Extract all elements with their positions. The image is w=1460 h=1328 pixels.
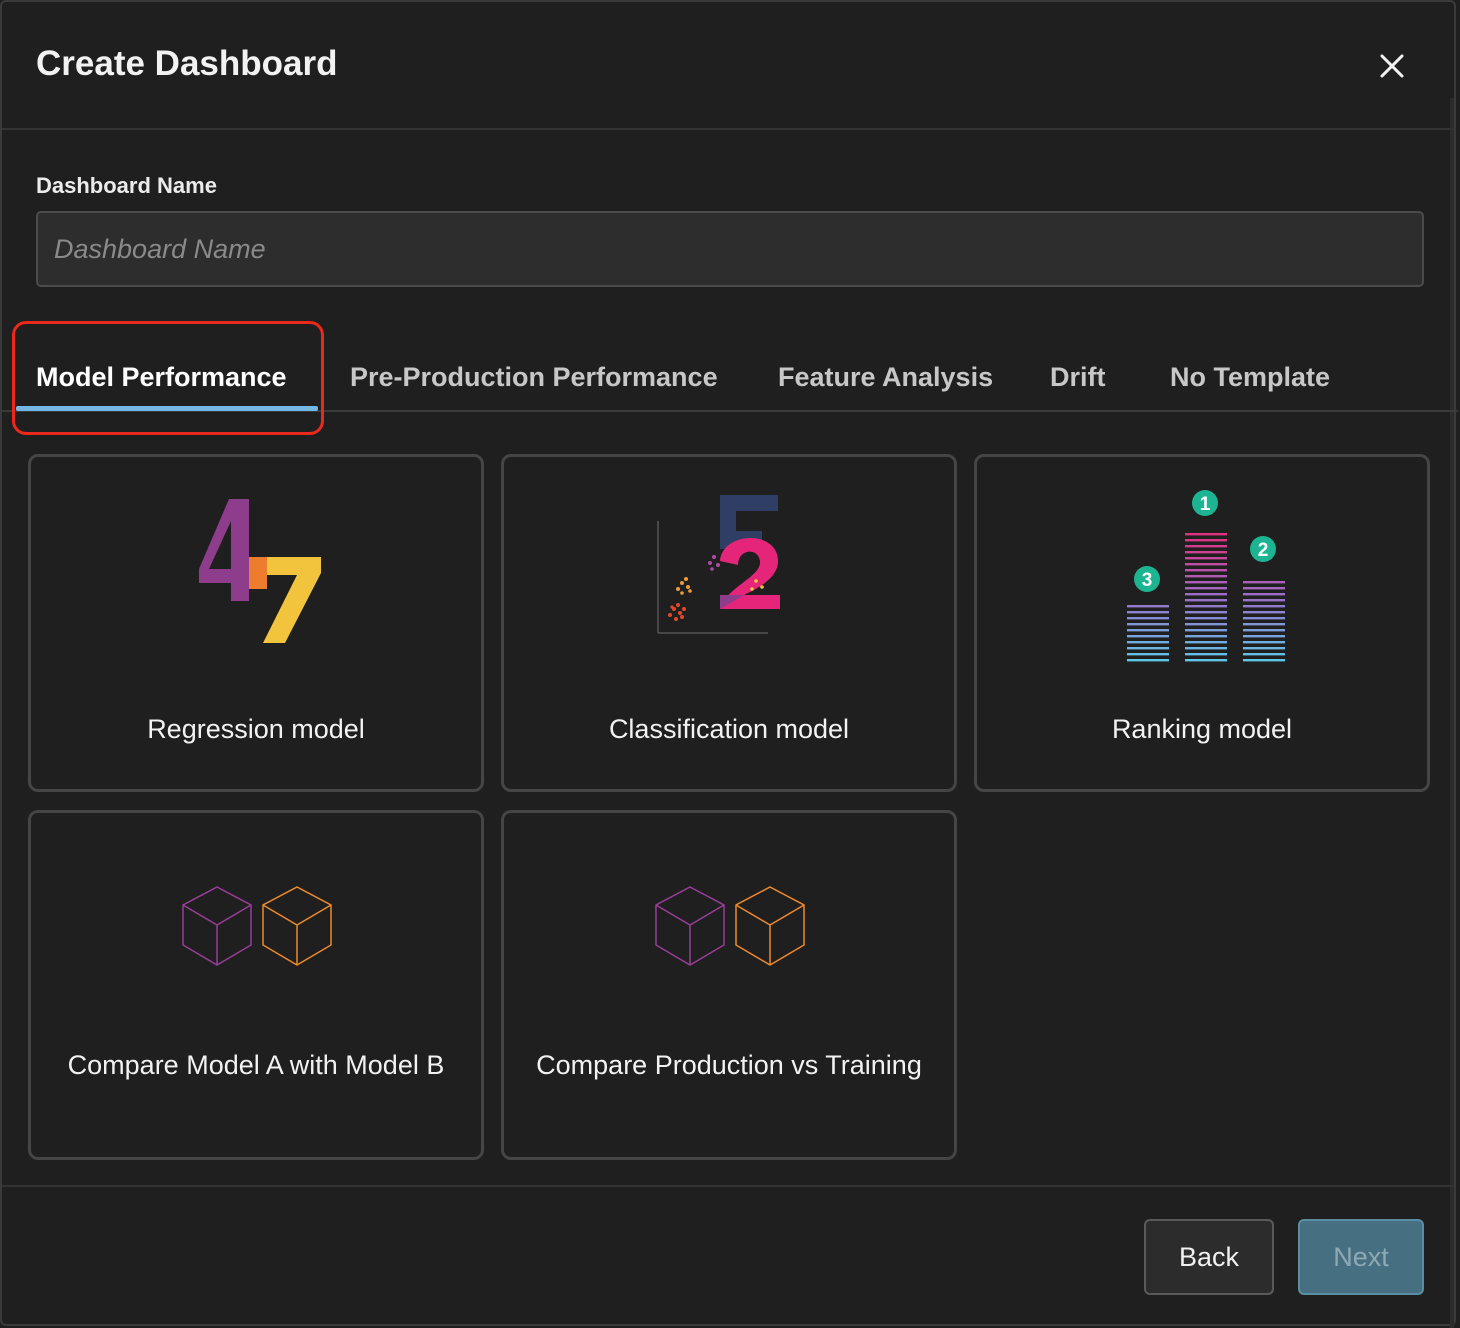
dashboard-name-label: Dashboard Name	[36, 173, 217, 198]
template-card-classification[interactable]: Classification model	[501, 454, 957, 792]
ranking-bar-line	[1185, 581, 1227, 584]
ranking-bar-line	[1185, 575, 1227, 578]
ranking-bar-line	[1243, 617, 1285, 620]
ranking-bar-line	[1185, 647, 1227, 650]
tab-pre-production-performance[interactable]: Pre-Production Performance	[350, 362, 718, 393]
ranking-bar-line	[1127, 629, 1169, 632]
close-button[interactable]	[1366, 42, 1418, 90]
ranking-bar-line	[1243, 587, 1285, 590]
template-card-ranking[interactable]: 1 2 3 Ranking model	[974, 454, 1430, 792]
ranking-bar-line	[1185, 569, 1227, 572]
regression-numbers-icon	[199, 499, 321, 643]
ranking-bar-line	[1185, 545, 1227, 548]
ranking-bar-line	[1243, 599, 1285, 602]
ranking-bar-line	[1127, 653, 1169, 656]
rank-badge-2: 2	[1258, 540, 1269, 561]
ranking-bar-line	[1185, 623, 1227, 626]
ranking-bar-line	[1185, 533, 1227, 536]
ranking-bar-line	[1127, 623, 1169, 626]
ranking-bar-line	[1127, 659, 1169, 662]
ranking-bar-line	[1185, 605, 1227, 608]
tab-model-performance[interactable]: Model Performance	[36, 362, 287, 393]
dashboard-name-input[interactable]	[36, 211, 1424, 287]
tab-feature-analysis[interactable]: Feature Analysis	[778, 362, 993, 393]
ranking-bar-line	[1185, 641, 1227, 644]
close-icon	[1380, 54, 1404, 78]
create-dashboard-dialog: Create Dashboard Dashboard Name Model Pe…	[0, 0, 1458, 1328]
ranking-bar-line	[1243, 629, 1285, 632]
ranking-bar-line	[1127, 617, 1169, 620]
ranking-bar-line	[1243, 605, 1285, 608]
ranking-bar-line	[1243, 653, 1285, 656]
ranking-bar-line	[1243, 581, 1285, 584]
tab-no-template[interactable]: No Template	[1170, 362, 1330, 393]
ranking-bar-line	[1185, 563, 1227, 566]
back-button[interactable]: Back	[1144, 1219, 1274, 1295]
template-tabs: Model Performance Pre-Production Perform…	[2, 332, 1458, 412]
ranking-bar-line	[1185, 551, 1227, 554]
card-label: Classification model	[608, 714, 850, 744]
template-card-production-vs-training[interactable]: Compare Production vs Training	[501, 810, 957, 1160]
ranking-bars-icon: 1 2 3	[1127, 490, 1285, 662]
card-label: Ranking model	[1111, 714, 1293, 744]
ranking-bar-line	[1185, 617, 1227, 620]
next-button[interactable]: Next	[1298, 1219, 1424, 1295]
ranking-bar-line	[1185, 593, 1227, 596]
ranking-bar-line	[1185, 611, 1227, 614]
ranking-bar-line	[1185, 587, 1227, 590]
tab-drift[interactable]: Drift	[1050, 362, 1106, 393]
ranking-bar-line	[1127, 641, 1169, 644]
rank-badge-1: 1	[1200, 494, 1211, 515]
ranking-bar-line	[1243, 659, 1285, 662]
dialog-header: Create Dashboard	[2, 2, 1454, 130]
ranking-bar-line	[1127, 611, 1169, 614]
card-label: Compare Production vs Training	[536, 1050, 922, 1080]
dialog-title: Create Dashboard	[36, 44, 338, 83]
template-card-compare-models[interactable]: Compare Model A with Model B	[28, 810, 484, 1160]
active-tab-indicator	[16, 406, 318, 411]
ranking-bar-line	[1243, 593, 1285, 596]
ranking-bar-line	[1243, 611, 1285, 614]
footer-divider	[2, 1185, 1454, 1187]
card-label: Regression model	[147, 714, 365, 744]
ranking-bar-line	[1185, 539, 1227, 542]
card-label: Compare Model A with Model B	[67, 1050, 445, 1080]
ranking-bar-line	[1185, 557, 1227, 560]
ranking-bar-line	[1185, 653, 1227, 656]
cubes-compare-icon	[655, 886, 805, 966]
ranking-bar-line	[1243, 635, 1285, 638]
cubes-compare-icon	[182, 886, 332, 966]
ranking-bar-line	[1127, 605, 1169, 608]
template-card-regression[interactable]: Regression model	[28, 454, 484, 792]
classification-scatter-icon	[657, 495, 780, 634]
ranking-bar-line	[1127, 647, 1169, 650]
rank-badge-3: 3	[1142, 570, 1153, 591]
ranking-bar-line	[1185, 635, 1227, 638]
ranking-bar-line	[1185, 629, 1227, 632]
ranking-bar-line	[1127, 635, 1169, 638]
ranking-bar-line	[1243, 623, 1285, 626]
ranking-bar-line	[1243, 641, 1285, 644]
scrollbar[interactable]	[1450, 98, 1454, 1328]
ranking-bar-line	[1243, 647, 1285, 650]
ranking-bar-line	[1185, 659, 1227, 662]
ranking-bar-line	[1185, 599, 1227, 602]
